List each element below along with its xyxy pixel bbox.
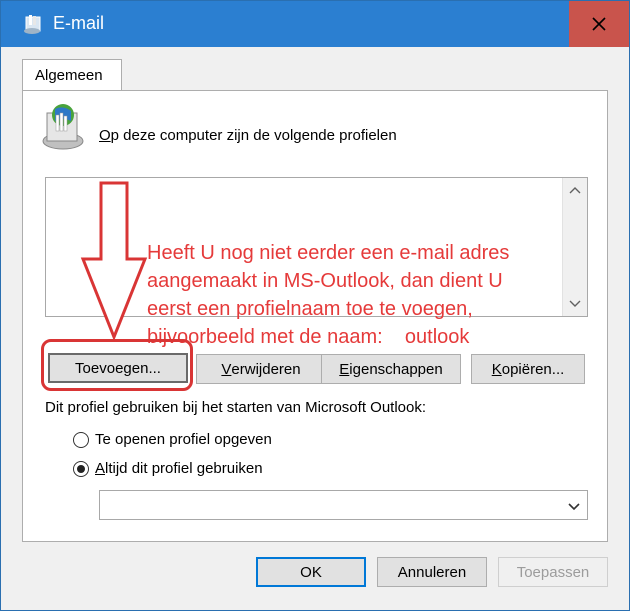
radio-prompt-label: Te openen profiel opgeven (95, 431, 272, 448)
tab-algemeen[interactable]: Algemeen (22, 59, 122, 91)
radio-always-label: Altijd dit profiel gebruiken (95, 460, 263, 477)
radio-always-button[interactable] (73, 460, 89, 477)
general-panel: Op deze computer zijn de volgende profie… (22, 90, 608, 542)
usage-label: Dit profiel gebruiken bij het starten va… (45, 399, 427, 416)
red-arrow-annotation (80, 181, 148, 341)
radio-prompt-profile[interactable]: Te openen profiel opgeven (73, 431, 272, 448)
dialog-body: Algemeen Op deze computer zijn de volgen… (1, 47, 629, 610)
profiles-scrollbar[interactable] (562, 178, 587, 316)
profile-select[interactable] (99, 490, 588, 520)
scroll-down-button[interactable] (565, 294, 585, 314)
profiles-label-text: p deze computer zijn de volgende profiel… (110, 127, 397, 144)
annotation-text: Heeft U nog niet eerder een e-mail adres… (147, 239, 509, 351)
add-button-label: Toevoegen... (75, 359, 161, 377)
close-button[interactable] (569, 1, 629, 47)
copy-button-accesskey: K (491, 360, 502, 378)
dropdown-arrow-icon[interactable] (567, 499, 581, 513)
radio-prompt-button[interactable] (73, 431, 89, 448)
annotation-line-4: bijvoorbeeld met de naam: outlook (147, 326, 470, 348)
scroll-up-icon (569, 187, 581, 194)
radio-always-accesskey: A (95, 460, 106, 477)
apply-button[interactable]: Toepassen (498, 557, 608, 587)
properties-button-label: igenschappen (349, 360, 443, 378)
properties-button-accesskey: E (339, 360, 350, 378)
scroll-down-icon (569, 300, 581, 307)
ok-button[interactable]: OK (256, 557, 366, 587)
close-icon (592, 17, 606, 31)
remove-button-label: erwijderen (231, 360, 301, 378)
scroll-up-button[interactable] (565, 180, 585, 200)
title-bar: E-mail (1, 1, 629, 47)
copy-button-label: opiëren... (501, 360, 565, 378)
outlook-profiles-icon (42, 104, 84, 150)
annotation-line-1: Heeft U nog niet eerder een e-mail adres (147, 242, 510, 264)
radio-always-text: ltijd dit profiel gebruiken (105, 460, 263, 477)
add-button[interactable]: Toevoegen... (48, 353, 188, 383)
cancel-button-label: Annuleren (397, 563, 467, 581)
annotation-line-3: eerst een profielnaam toe te voegen, (147, 298, 473, 320)
profiles-label: Op deze computer zijn de volgende profie… (99, 127, 397, 144)
apply-button-label: Toepassen (516, 563, 590, 581)
remove-button-accesskey: V (221, 360, 232, 378)
mail-profile-icon (24, 15, 41, 34)
ok-button-label: OK (300, 563, 322, 581)
email-dialog: E-mail Algemeen Op deze computer zijn de… (0, 0, 630, 611)
cancel-button[interactable]: Annuleren (377, 557, 487, 587)
properties-button[interactable]: Eigenschappen (321, 354, 461, 384)
profiles-label-accesskey: O (99, 127, 111, 144)
copy-button[interactable]: Kopiëren... (471, 354, 585, 384)
annotation-line-2: aangemaakt in MS-Outlook, dan dient U (147, 270, 503, 292)
tab-label: Algemeen (35, 67, 103, 84)
radio-always-profile[interactable]: Altijd dit profiel gebruiken (73, 460, 263, 477)
remove-button[interactable]: Verwijderen (196, 354, 326, 384)
window-title: E-mail (53, 13, 105, 33)
